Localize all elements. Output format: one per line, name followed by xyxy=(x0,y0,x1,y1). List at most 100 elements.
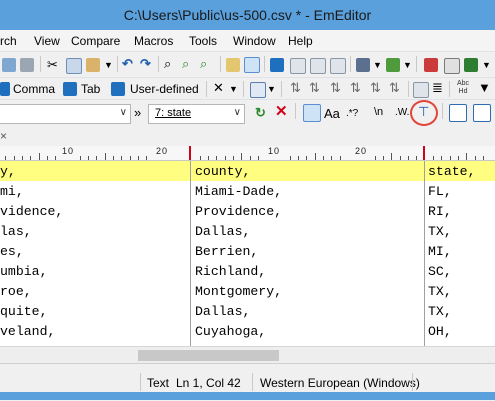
stop-macro-icon[interactable] xyxy=(444,58,460,74)
toolbar-overflow-icon[interactable]: ▼ xyxy=(482,58,491,72)
menu-macros[interactable]: Macros xyxy=(134,34,173,48)
table-row[interactable]: roe, Montgomery, TX, xyxy=(0,281,495,301)
cell[interactable]: TX, xyxy=(428,284,452,299)
save-icon[interactable] xyxy=(2,58,16,72)
cell[interactable]: MI, xyxy=(428,244,452,259)
tab-separated-icon[interactable] xyxy=(63,82,77,96)
cell[interactable]: vidence, xyxy=(0,204,63,219)
find-next-icon[interactable]: ⌕ xyxy=(182,57,189,71)
whole-word-button[interactable]: .W. xyxy=(395,107,409,118)
find-highlight-icon[interactable] xyxy=(303,104,321,122)
run-macro-dropdown-icon[interactable]: ▼ xyxy=(403,58,412,72)
cell[interactable]: es, xyxy=(0,244,24,259)
table-row[interactable]: veland, Cuyahoga, OH, xyxy=(0,321,495,341)
find-in-files-icon[interactable] xyxy=(226,58,240,72)
csv-mode-icon[interactable] xyxy=(270,58,284,72)
redo-icon[interactable]: ↷ xyxy=(140,57,151,71)
abc-heading-icon[interactable]: Abc Hd xyxy=(455,80,471,96)
cell[interactable]: quite, xyxy=(0,304,47,319)
header-row[interactable]: y, county, state, xyxy=(0,161,495,181)
undo-icon[interactable]: ↶ xyxy=(122,57,133,71)
horizontal-scrollbar[interactable] xyxy=(0,346,495,364)
tab-close-icon[interactable]: × xyxy=(0,129,7,143)
cell[interactable]: FL, xyxy=(428,184,452,199)
cell[interactable]: TX, xyxy=(428,224,452,239)
filter-dialog-icon[interactable] xyxy=(449,104,467,122)
cell[interactable]: Richland, xyxy=(195,264,266,279)
paste-icon[interactable] xyxy=(86,58,100,72)
select-column-dropdown-icon[interactable]: ▼ xyxy=(229,82,238,96)
sort-numeric-icon[interactable]: ⇅ xyxy=(330,81,341,95)
comma-button[interactable]: Comma xyxy=(13,82,55,96)
replace-icon[interactable]: ⌕ xyxy=(200,57,207,71)
cell[interactable]: TX, xyxy=(428,304,452,319)
column-divider[interactable] xyxy=(424,161,425,346)
cut-icon[interactable]: ✂ xyxy=(47,58,58,72)
table-row[interactable]: es, Berrien, MI, xyxy=(0,241,495,261)
filter-icon[interactable] xyxy=(244,57,260,73)
cell[interactable]: RI, xyxy=(428,204,452,219)
refresh-icon[interactable]: ↻ xyxy=(255,106,266,120)
macro-dropdown-icon[interactable]: ▼ xyxy=(373,58,382,72)
newline-button[interactable]: \n xyxy=(374,106,383,118)
column-width-icon[interactable] xyxy=(250,82,266,98)
status-encoding[interactable]: Western European (Windows) xyxy=(260,376,420,390)
header-icon[interactable]: ≣ xyxy=(432,81,443,95)
cell[interactable]: Cuyahoga, xyxy=(195,324,266,339)
status-position[interactable]: Ln 1, Col 42 xyxy=(176,376,241,390)
cell[interactable]: Dallas, xyxy=(195,304,250,319)
cell[interactable]: state, xyxy=(428,164,475,179)
cell[interactable]: Miami-Dade, xyxy=(195,184,282,199)
column-divider[interactable] xyxy=(190,161,191,346)
csv-editor[interactable]: y, county, state, mi, Miami-Dade, FL, vi… xyxy=(0,161,495,346)
table-row[interactable]: las, Dallas, TX, xyxy=(0,221,495,241)
menu-tools[interactable]: Tools xyxy=(189,34,217,48)
select-column-icon[interactable]: ✕ xyxy=(213,81,224,95)
user-defined-separator-icon[interactable] xyxy=(111,82,125,96)
advanced-filter-icon[interactable] xyxy=(473,104,491,122)
table-row[interactable]: umbia, Richland, SC, xyxy=(0,261,495,281)
sort-ascending-icon[interactable]: ⇅ xyxy=(290,81,301,95)
cell[interactable]: y, xyxy=(0,164,16,179)
copy-icon[interactable] xyxy=(66,58,82,74)
column-select-dropdown-icon[interactable]: ∨ xyxy=(234,107,241,118)
cell[interactable]: las, xyxy=(0,224,32,239)
menu-search[interactable]: rch xyxy=(0,34,17,48)
tab-button[interactable]: Tab xyxy=(81,82,100,96)
sort-length-icon[interactable]: ⇅ xyxy=(350,81,361,95)
sort-options-icon[interactable]: ⇅ xyxy=(370,81,381,95)
paste-dropdown-icon[interactable]: ▼ xyxy=(104,58,113,72)
menu-view[interactable]: View xyxy=(34,34,60,48)
print-icon[interactable] xyxy=(20,58,34,72)
run-macro-icon[interactable] xyxy=(386,58,400,72)
regex-button[interactable]: .*? xyxy=(346,108,358,119)
match-case-button[interactable]: Aa xyxy=(324,106,340,121)
table-row[interactable]: mi, Miami-Dade, FL, xyxy=(0,181,495,201)
table-row[interactable]: quite, Dallas, TX, xyxy=(0,301,495,321)
column-select-combo[interactable]: 7: state ∨ xyxy=(148,104,245,124)
csv-toolbar-overflow-icon[interactable]: ▼ xyxy=(478,81,491,95)
cell[interactable]: Montgomery, xyxy=(195,284,282,299)
status-mode[interactable]: Text xyxy=(147,376,169,390)
column-width-dropdown-icon[interactable]: ▼ xyxy=(267,82,276,96)
table-row[interactable]: vidence, Providence, RI, xyxy=(0,201,495,221)
find-icon[interactable]: ⌕ xyxy=(164,57,171,71)
cell[interactable]: veland, xyxy=(0,324,55,339)
menu-window[interactable]: Window xyxy=(233,34,276,48)
play-macro-icon[interactable] xyxy=(464,58,478,72)
menu-help[interactable]: Help xyxy=(288,34,313,48)
sync-scroll-icon[interactable] xyxy=(330,58,346,74)
record-macro-icon[interactable] xyxy=(424,58,438,72)
cell[interactable]: Providence, xyxy=(195,204,282,219)
menu-compare[interactable]: Compare xyxy=(71,34,120,48)
cell[interactable]: Dallas, xyxy=(195,224,250,239)
join-csv-icon[interactable] xyxy=(413,82,429,98)
cell[interactable]: OH, xyxy=(428,324,452,339)
cell[interactable]: mi, xyxy=(0,184,24,199)
sort-stable-icon[interactable]: ⇅ xyxy=(389,81,400,95)
cell[interactable]: umbia, xyxy=(0,264,47,279)
cell[interactable]: roe, xyxy=(0,284,32,299)
find-dropdown-icon[interactable]: ∨ xyxy=(120,107,127,118)
clear-search-icon[interactable]: ✕ xyxy=(275,104,288,119)
cell[interactable]: Berrien, xyxy=(195,244,258,259)
